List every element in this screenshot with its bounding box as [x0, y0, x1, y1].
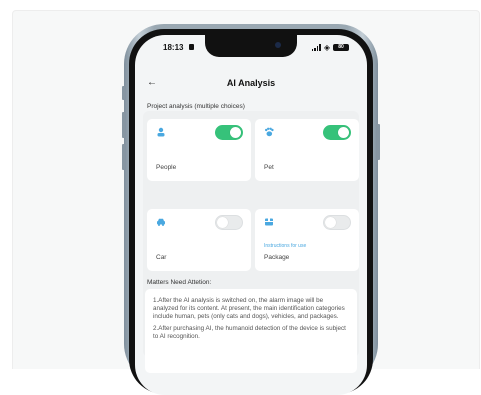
instructions-link[interactable]: Instructions for use — [264, 243, 306, 249]
pet-icon — [265, 127, 274, 137]
toggle-knob — [217, 217, 228, 228]
phone-side-button — [122, 144, 125, 170]
wifi-icon: ◈ — [323, 43, 330, 52]
attention-label: Matters Need Attetion: — [147, 279, 212, 286]
option-name: People — [156, 164, 177, 171]
people-toggle[interactable] — [215, 125, 243, 140]
page-title: AI Analysis — [226, 78, 276, 88]
toggle-knob — [338, 127, 349, 138]
attention-note: 1.After the AI analysis is switched on, … — [153, 297, 345, 320]
pet-toggle[interactable] — [323, 125, 351, 140]
phone-side-button — [377, 124, 380, 160]
option-car[interactable]: Car — [147, 209, 251, 271]
option-people[interactable]: People — [147, 119, 251, 181]
phone-mockup: 18:13 ◈ 80 ← AI Analysis Project analysi… — [122, 24, 380, 395]
app-screen: 18:13 ◈ 80 ← AI Analysis Project analysi… — [135, 35, 367, 395]
person-icon — [157, 127, 165, 137]
option-name: Car — [156, 254, 167, 261]
attention-notes: 1.After the AI analysis is switched on, … — [145, 289, 357, 373]
camera-dot — [275, 42, 281, 48]
car-icon — [157, 218, 165, 226]
lock-icon — [189, 44, 194, 50]
option-name: Package — [264, 254, 290, 261]
package-toggle[interactable] — [323, 215, 351, 230]
option-package[interactable]: Instructions for use Package — [255, 209, 359, 271]
toggle-knob — [325, 217, 336, 228]
phone-side-button — [122, 86, 125, 100]
status-icons: ◈ 80 — [311, 43, 349, 52]
attention-note: 2.After purchasing AI, the humanoid dete… — [153, 325, 346, 340]
phone-side-button — [122, 112, 125, 138]
car-toggle[interactable] — [215, 215, 243, 230]
phone-notch — [205, 35, 297, 57]
project-analysis-label: Project analysis (multiple choices) — [147, 103, 245, 110]
package-icon — [265, 218, 273, 226]
toggle-knob — [230, 127, 241, 138]
option-pet[interactable]: Pet — [255, 119, 359, 181]
battery-icon: 80 — [333, 44, 349, 51]
option-name: Pet — [264, 164, 274, 171]
signal-icon — [311, 44, 321, 51]
status-time: 18:13 — [163, 43, 184, 52]
